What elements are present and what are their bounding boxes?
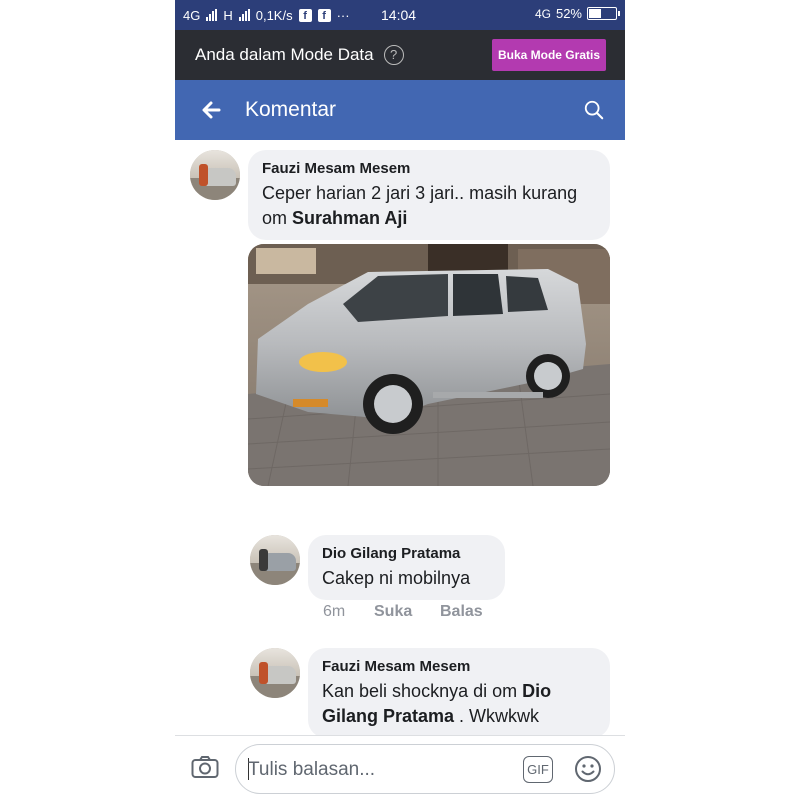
comment-text-part: Cakep ni mobilnya <box>322 568 471 588</box>
comment-author[interactable]: Fauzi Mesam Mesem <box>322 658 596 675</box>
status-bar: 4G H 0,1K/s f f ··· 14:04 4G 52% <box>175 0 625 30</box>
signal-icon-2 <box>238 9 250 21</box>
facebook-icon-2: f <box>317 8 331 22</box>
comment-author[interactable]: Dio Gilang Pratama <box>322 545 491 562</box>
comment-photo[interactable] <box>248 244 610 486</box>
data-speed: 0,1K/s <box>255 7 293 23</box>
comment-bubble[interactable]: Fauzi Mesam Mesem Kan beli shocknya di o… <box>308 648 610 738</box>
comment-mention[interactable]: Surahman Aji <box>292 208 407 228</box>
reply-input[interactable]: Tulis balasan... GIF <box>235 744 615 794</box>
avatar[interactable] <box>190 150 240 200</box>
car-photo-image <box>248 244 610 486</box>
comment-text: Cakep ni mobilnya <box>322 566 491 591</box>
comment-bubble[interactable]: Fauzi Mesam Mesem Ceper harian 2 jari 3 … <box>248 150 610 240</box>
free-mode-button[interactable]: Buka Mode Gratis <box>491 39 606 71</box>
comment-author[interactable]: Fauzi Mesam Mesem <box>262 160 596 177</box>
comment-time: 6m <box>323 603 346 620</box>
comment-bubble[interactable]: Dio Gilang Pratama Cakep ni mobilnya <box>308 535 505 600</box>
avatar[interactable] <box>250 535 300 585</box>
battery-percent: 52% <box>555 6 582 21</box>
smiley-icon[interactable] <box>574 755 602 783</box>
comment-text: Ceper harian 2 jari 3 jari.. masih kuran… <box>262 181 596 231</box>
data-mode-bar: Anda dalam Mode Data ? Buka Mode Gratis <box>175 30 625 80</box>
header-bar: Komentar <box>175 80 625 140</box>
signal-icon <box>206 9 218 21</box>
phone-screen: 4G H 0,1K/s f f ··· 14:04 4G 52% Anda da… <box>175 0 625 800</box>
reply-button[interactable]: Balas <box>440 603 483 621</box>
like-button[interactable]: Suka <box>374 603 412 621</box>
network-type-2: H <box>223 7 233 23</box>
back-arrow-icon[interactable] <box>199 98 223 122</box>
camera-icon[interactable] <box>191 755 219 779</box>
data-mode-label: Anda dalam Mode Data <box>195 45 374 64</box>
comment-text: Kan beli shocknya di om Dio Gilang Prata… <box>322 679 596 729</box>
help-icon[interactable]: ? <box>383 45 404 65</box>
status-left: 4G H 0,1K/s f f ··· <box>183 8 350 23</box>
clock: 14:04 <box>381 7 417 23</box>
status-right: 4G 52% <box>534 6 620 21</box>
avatar[interactable] <box>250 648 300 698</box>
reply-placeholder: Tulis balasan... <box>248 759 376 780</box>
page-title: Komentar <box>245 98 337 121</box>
battery-icon <box>587 7 620 20</box>
more-notifications: ··· <box>336 7 350 23</box>
comment-text-part: . Wkwkwk <box>454 706 540 726</box>
comment-text-part: Kan beli shocknya di om <box>322 681 523 701</box>
reply-composer: Tulis balasan... GIF <box>175 735 625 800</box>
network-type-right: 4G <box>534 6 551 21</box>
gif-icon[interactable]: GIF <box>523 756 553 783</box>
search-icon[interactable] <box>583 99 605 121</box>
network-type-1: 4G <box>183 7 201 23</box>
battery-fill <box>589 9 602 18</box>
facebook-icon: f <box>298 8 312 22</box>
